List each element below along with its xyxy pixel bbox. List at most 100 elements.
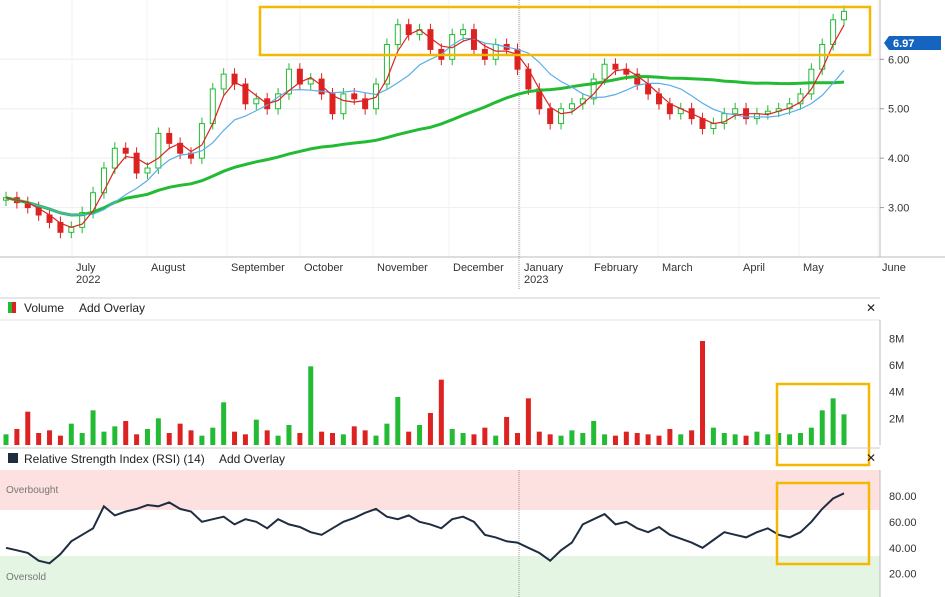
volume-bar (689, 430, 695, 445)
x-axis-year-2022: 2022 (76, 274, 100, 286)
rsi-legend-swatch (8, 453, 18, 463)
month-label-january: January (524, 262, 564, 274)
volume-bar (808, 427, 814, 445)
volume-bar (329, 433, 335, 445)
candle-body (841, 10, 847, 21)
volume-panel: Volume Add Overlay ✕ 2M 4M 6M 8M (0, 297, 904, 467)
month-label-february: February (594, 262, 639, 274)
volume-bar (232, 431, 238, 445)
candle-body (122, 147, 129, 154)
candle-body (514, 48, 521, 70)
volume-panel-title: Volume (24, 301, 64, 315)
volume-bar (765, 434, 771, 445)
volume-bar (612, 435, 618, 445)
month-label-march: March (662, 262, 693, 274)
volume-bar (471, 434, 477, 445)
volume-bars (3, 341, 847, 445)
last-price-label: 6.97 (893, 38, 914, 50)
x-axis-months: July August September October November Decemb… (76, 262, 906, 274)
volume-bar (362, 430, 368, 445)
volume-bar (3, 434, 9, 445)
volume-bar (199, 435, 205, 445)
candle-body (111, 147, 118, 169)
volume-bar (569, 430, 575, 445)
volume-bar (144, 429, 150, 445)
month-label-august: August (151, 262, 185, 274)
volume-bar (743, 435, 749, 445)
volume-bar (134, 434, 140, 445)
candle-body (220, 73, 227, 90)
volume-bar (515, 433, 521, 445)
candle-body (307, 78, 314, 85)
volume-bar (123, 421, 129, 445)
volume-bar (841, 414, 847, 445)
month-label-april: April (743, 262, 765, 274)
candle-body (133, 152, 140, 174)
oversold-zone (0, 556, 880, 597)
volume-bar (710, 427, 716, 445)
volume-bar (14, 429, 20, 445)
volume-y-axis: 2M 4M 6M 8M (889, 333, 904, 425)
candle-body (340, 93, 347, 115)
candle-body (460, 29, 467, 36)
price-panel: 3.00 4.00 5.00 6.00 July August September Octo… (0, 0, 945, 290)
volume-bar (36, 433, 42, 445)
volume-bar (373, 435, 379, 445)
volume-bar (754, 431, 760, 445)
rsi-panel-title: Relative Strength Index (RSI) (14) (24, 452, 205, 466)
rsi-tick-label: 80.00 (889, 491, 917, 503)
month-label-december: December (453, 262, 504, 274)
volume-bar (25, 411, 31, 445)
volume-bar (90, 410, 96, 445)
volume-close-button[interactable]: ✕ (866, 301, 876, 315)
month-label-may: May (803, 262, 824, 274)
volume-tick-label: 6M (889, 360, 904, 372)
candle-body (90, 192, 97, 214)
price-plot-area (0, 0, 880, 257)
candle-body (710, 123, 717, 130)
volume-bar (504, 417, 510, 445)
price-y-axis: 3.00 4.00 5.00 6.00 (880, 54, 909, 215)
volume-bar (155, 418, 161, 445)
candle-body (699, 118, 706, 130)
volume-bar (101, 431, 107, 445)
rsi-close-button[interactable]: ✕ (866, 451, 876, 465)
volume-bar (536, 431, 542, 445)
candle-body (612, 63, 619, 70)
volume-add-overlay-link[interactable]: Add Overlay (79, 301, 145, 315)
volume-bar (79, 433, 85, 445)
rsi-y-axis: 20.00 40.00 60.00 80.00 (889, 491, 917, 581)
volume-bar (68, 423, 74, 445)
volume-bar (395, 397, 401, 445)
volume-bar (427, 413, 433, 445)
volume-bar (308, 366, 314, 445)
volume-tick-label: 4M (889, 387, 904, 399)
volume-bar (384, 423, 390, 445)
candle-body (394, 24, 401, 45)
oversold-label: Oversold (6, 572, 46, 583)
volume-bar (634, 433, 640, 445)
overbought-label: Overbought (6, 485, 58, 496)
month-label-september: September (231, 262, 285, 274)
candle-body (166, 132, 173, 144)
rsi-add-overlay-link[interactable]: Add Overlay (219, 452, 285, 466)
candle-body (666, 103, 673, 115)
month-label-july: July (76, 262, 96, 274)
candle-body (547, 108, 554, 125)
volume-bar (460, 433, 466, 445)
volume-bar (253, 419, 259, 445)
volume-bar (591, 421, 597, 445)
volume-bar (177, 423, 183, 445)
volume-bar (286, 425, 292, 445)
month-label-november: November (377, 262, 428, 274)
volume-legend-swatch-down (12, 302, 16, 313)
volume-bar (819, 410, 825, 445)
volume-bar (645, 434, 651, 445)
volume-tick-label: 2M (889, 413, 904, 425)
candle-body (144, 167, 151, 174)
volume-bar (721, 433, 727, 445)
candle-body (100, 167, 107, 194)
last-price-tag: 6.97 (884, 36, 941, 50)
volume-bar (493, 435, 499, 445)
candle-body (405, 24, 412, 36)
